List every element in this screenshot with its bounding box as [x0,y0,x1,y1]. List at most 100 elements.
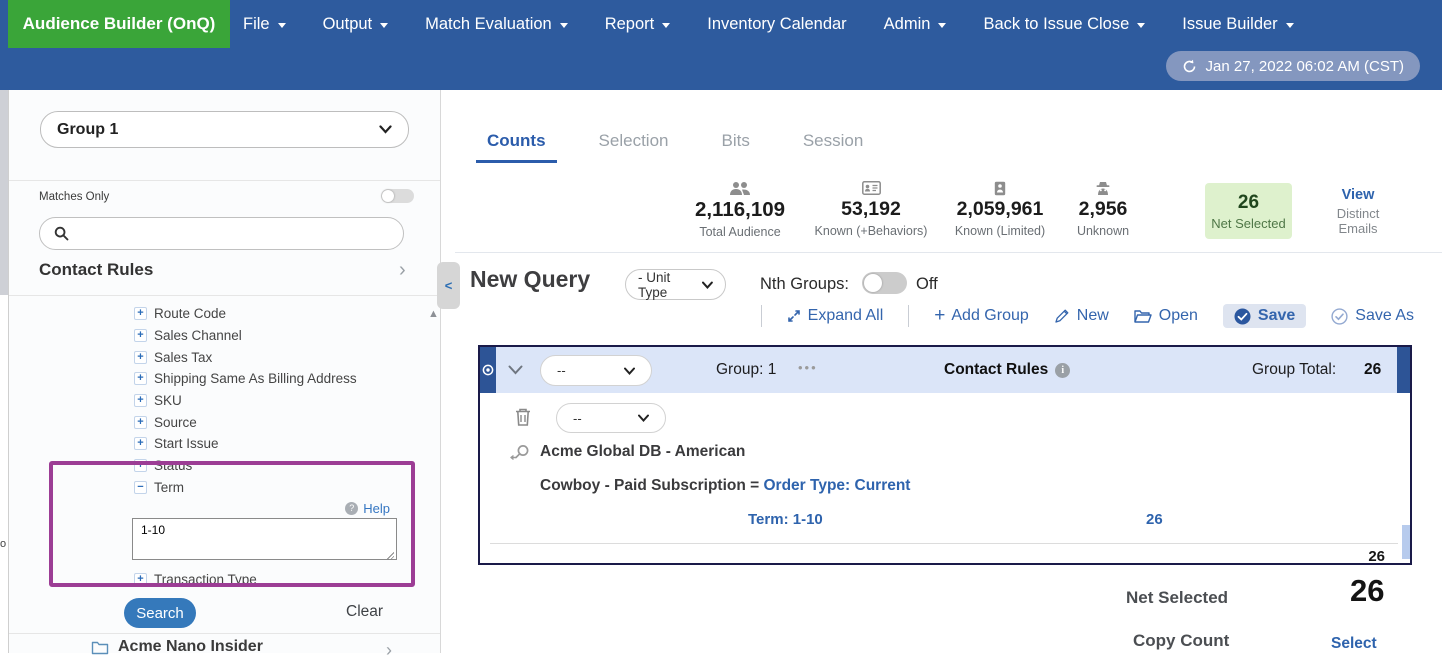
tree-item-label: Start Issue [154,436,219,451]
nav-item-label: Report [605,15,655,34]
nav-item-file[interactable]: File [243,15,286,34]
tree-item-sku[interactable]: +SKU [126,390,426,412]
caret-down-icon [560,23,568,28]
rule-condition-line: Cowboy - Paid Subscription = Order Type:… [540,477,910,495]
button-label: Add Group [951,307,1028,325]
tab-counts[interactable]: Counts [476,131,557,163]
sidebar-collapse-handle[interactable]: < [437,262,460,309]
expand-plus-icon[interactable]: + [134,459,147,472]
term-editor: ? Help 1-10 [126,498,426,563]
scrollbar-up-arrow[interactable]: ▲ [428,308,439,320]
rule-condition-value[interactable]: Order Type: Current [763,477,910,494]
sidebar-item-acme-nano-insider[interactable]: Acme Nano Insider [91,638,263,656]
button-label: Save As [1355,307,1414,325]
info-icon[interactable]: i [1055,363,1070,378]
nav-item-report[interactable]: Report [605,15,671,34]
tree-item-start-issue[interactable]: + Start Issue [126,433,426,455]
unit-type-dropdown[interactable]: - Unit Type [625,269,726,300]
net-selected-label: Net Selected [1211,216,1285,231]
tree-item-transaction-type[interactable]: +Transaction Type [126,568,426,590]
nav-item-output[interactable]: Output [323,15,389,34]
group-header: -- Group: 1 ••• Contact Rules i Group To… [480,347,1410,393]
main-content: Counts Selection Bits Session 2,116,109 … [442,90,1442,653]
save-button[interactable]: Save [1223,304,1306,328]
rule-source-line[interactable]: Acme Global DB - American [510,443,745,461]
nth-groups-toggle[interactable] [862,272,907,294]
matches-only-toggle[interactable] [381,189,414,203]
caret-down-icon [380,23,388,28]
search-button[interactable]: Search [124,598,196,628]
tree-item-sales-channel[interactable]: +Sales Channel [126,325,426,347]
chevron-right-icon[interactable]: › [399,261,406,279]
tree-item-term[interactable]: −Term [126,477,426,499]
divider [490,543,1398,544]
expand-plus-icon[interactable]: + [134,437,147,450]
expand-plus-icon[interactable]: + [134,416,147,429]
group-footer-count: 26 [1368,548,1385,565]
group-drag-bar[interactable] [480,347,496,393]
add-group-button[interactable]: + Add Group [934,305,1029,327]
divider [9,180,440,181]
nav-menu: File Output Match Evaluation Report Inve… [243,0,1294,48]
expand-plus-icon[interactable]: + [134,351,147,364]
nav-item-match-evaluation[interactable]: Match Evaluation [425,15,568,34]
expand-plus-icon[interactable]: + [134,573,147,586]
tree-item-source[interactable]: +Source [126,411,426,433]
help-link[interactable]: ? Help [132,498,426,518]
expand-all-button[interactable]: Expand All [787,307,884,325]
clipped-edge-text: o [0,538,6,550]
tree-item-status[interactable]: +Status [126,455,426,477]
rule-operator-dropdown[interactable]: -- [556,403,666,433]
group-menu-ellipsis[interactable]: ••• [798,360,818,375]
help-label: Help [363,501,390,516]
sidebar-search-input[interactable] [77,226,389,242]
sidebar-search-box[interactable] [39,217,404,250]
nav-item-admin[interactable]: Admin [884,15,947,34]
contact-rules-section-title: Contact Rules [39,260,153,280]
tab-session[interactable]: Session [792,131,874,163]
search-icon [54,226,69,241]
expand-plus-icon[interactable]: + [134,394,147,407]
new-button[interactable]: New [1054,307,1109,325]
caret-down-icon [1137,23,1145,28]
expand-plus-icon[interactable]: + [134,329,147,342]
unit-type-value: - Unit Type [638,270,702,300]
open-folder-icon [1134,309,1152,323]
tree-item-route-code[interactable]: +Route Code [126,303,426,325]
group-select-dropdown[interactable]: Group 1 [40,111,409,148]
expand-plus-icon[interactable]: + [134,307,147,320]
tree-item-shipping-same-as-billing[interactable]: +Shipping Same As Billing Address [126,368,426,390]
sidebar-item-label: Acme Nano Insider [118,638,263,656]
tab-bits[interactable]: Bits [710,131,760,163]
term-value-input[interactable]: 1-10 [132,518,397,560]
trash-icon[interactable] [514,407,532,427]
tree-item-sales-tax[interactable]: +Sales Tax [126,346,426,368]
nav-item-back-to-issue-close[interactable]: Back to Issue Close [983,15,1145,34]
summary-select-link[interactable]: Select [1331,635,1377,653]
view-distinct-emails-link[interactable]: View Distinct Emails [1316,187,1400,236]
caret-down-icon [278,23,286,28]
open-button[interactable]: Open [1134,307,1198,325]
chevron-right-icon[interactable]: › [386,640,392,661]
stat-unknown: 2,956 Unknown [1023,181,1183,238]
group-number-label: Group: 1 [716,361,776,379]
collapse-minus-icon[interactable]: − [134,481,147,494]
check-circle-icon [1234,308,1251,325]
nav-item-issue-builder[interactable]: Issue Builder [1182,15,1293,34]
nav-item-inventory-calendar[interactable]: Inventory Calendar [707,15,846,34]
rule-term-value[interactable]: Term: 1-10 [748,511,823,528]
scrollbar-thumb[interactable] [1402,525,1410,559]
last-refresh-timestamp[interactable]: Jan 27, 2022 06:02 AM (CST) [1166,51,1420,81]
stat-value: 2,956 [1023,198,1183,221]
distinct-emails-label: Distinct Emails [1316,206,1400,236]
pencil-icon [1054,308,1070,324]
expand-plus-icon[interactable]: + [134,372,147,385]
tab-selection[interactable]: Selection [588,131,680,163]
app-title[interactable]: Audience Builder (OnQ) [8,0,230,48]
chevron-down-icon[interactable] [508,365,523,375]
stat-label: Unknown [1023,224,1183,238]
group-operator-dropdown[interactable]: -- [540,355,652,386]
save-as-button[interactable]: Save As [1331,307,1414,325]
clear-button[interactable]: Clear [346,603,383,621]
divider [908,305,909,327]
